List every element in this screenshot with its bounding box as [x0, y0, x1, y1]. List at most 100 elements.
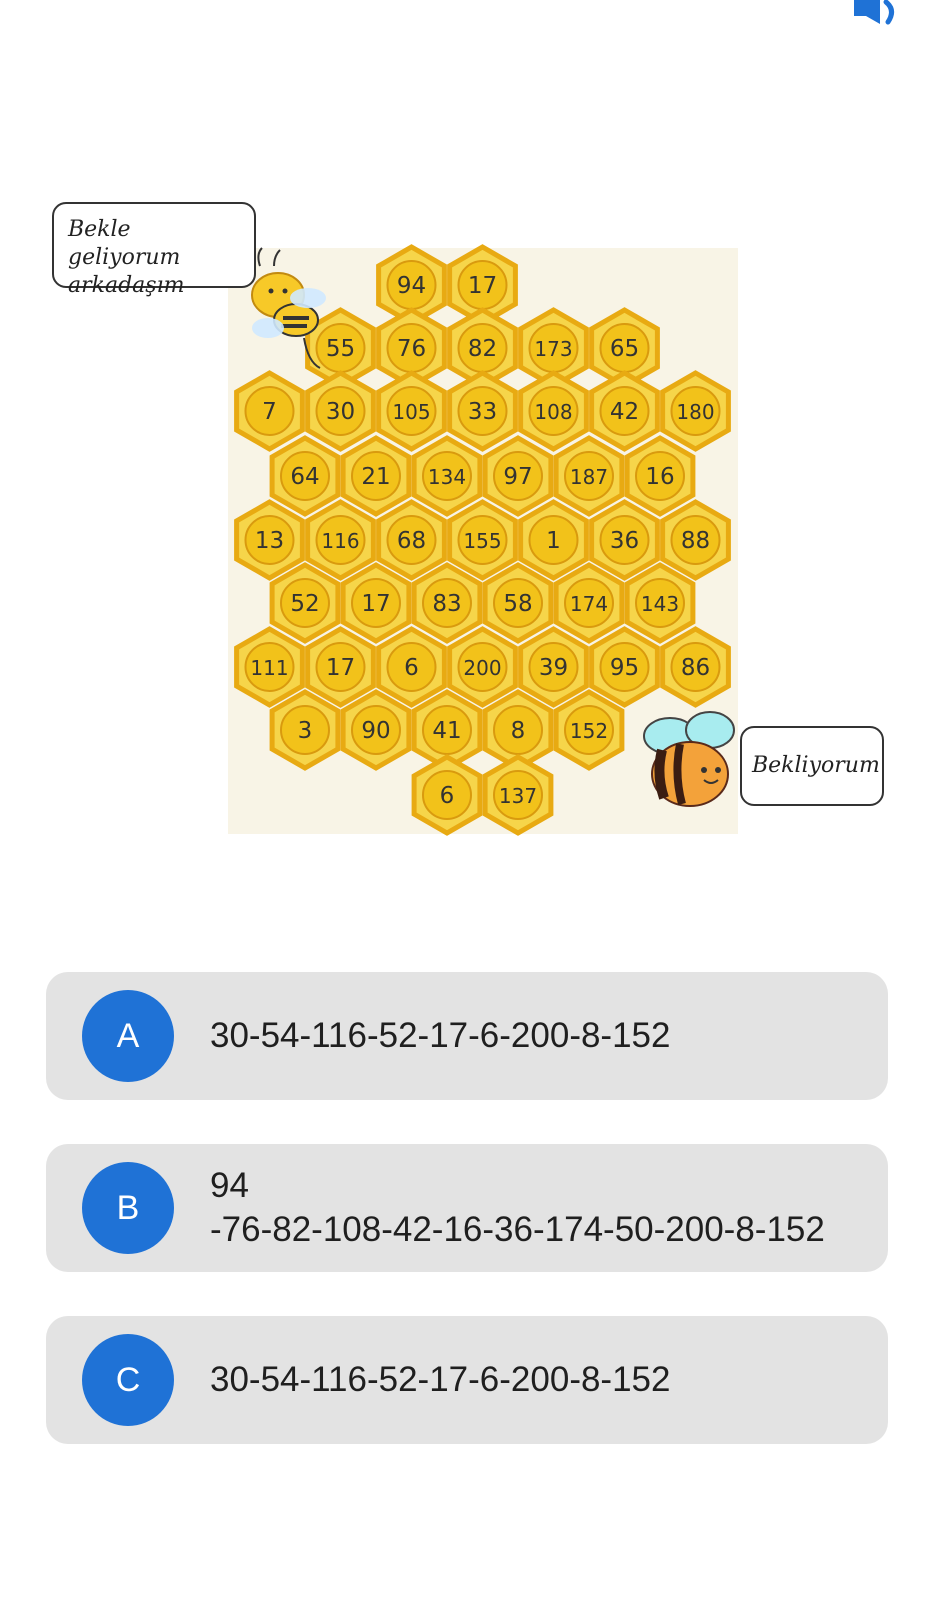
honeycomb-cell: 21 — [340, 435, 412, 517]
honeycomb-number: 17 — [361, 591, 390, 617]
bee-right — [643, 711, 735, 807]
honeycomb-number: 94 — [397, 273, 426, 299]
honeycomb-number: 187 — [570, 465, 608, 489]
honeycomb-cell: 134 — [411, 435, 483, 517]
honeycomb-number: 97 — [503, 464, 532, 490]
honeycomb-number: 88 — [681, 528, 710, 554]
honeycomb-cell: 152 — [553, 689, 625, 771]
honeycomb-number: 200 — [463, 656, 501, 680]
honeycomb-number: 111 — [250, 656, 288, 680]
honeycomb-number: 65 — [610, 336, 639, 362]
option-b[interactable]: B 94 -76-82-108-42-16-36-174-50-200-8-15… — [46, 1144, 888, 1272]
honeycomb-number: 17 — [468, 273, 497, 299]
honeycomb-cell: 36 — [589, 499, 660, 581]
honeycomb-number: 1 — [546, 528, 561, 554]
honeycomb-cell: 155 — [447, 499, 518, 581]
honeycomb-cell: 58 — [482, 562, 554, 644]
honeycomb-cell: 90 — [340, 689, 412, 771]
honeycomb-number: 180 — [676, 400, 714, 424]
honeycomb-cell: 39 — [518, 626, 589, 708]
honeycomb-number: 58 — [503, 591, 532, 617]
honeycomb-number: 76 — [397, 336, 426, 362]
honeycomb-number: 134 — [428, 465, 466, 489]
honeycomb-cell: 200 — [447, 626, 518, 708]
honeycomb-number: 155 — [463, 529, 501, 553]
option-a-text: 30-54-116-52-17-6-200-8-152 — [210, 1016, 671, 1055]
honeycomb-cell: 187 — [553, 435, 625, 517]
honeycomb-cell: 52 — [269, 562, 341, 644]
honeycomb-number: 6 — [440, 783, 455, 809]
honeycomb-cell: 17 — [340, 562, 412, 644]
honeycomb-number: 7 — [262, 399, 277, 425]
honeycomb-number: 86 — [681, 655, 710, 681]
speech-bubble-left: Bekle geliyorum arkadaşım — [52, 202, 256, 298]
honeycomb-number: 173 — [534, 337, 572, 361]
speech-bubble-right: Bekliyorum — [740, 726, 884, 806]
honeycomb-number: 64 — [290, 464, 319, 490]
honeycomb-cell: 6 — [411, 754, 483, 836]
honeycomb-cell: 3 — [269, 689, 341, 771]
honeycomb-number: 36 — [610, 528, 639, 554]
honeycomb-number: 13 — [255, 528, 284, 554]
honeycomb-cell: 143 — [624, 562, 696, 644]
answer-options: A 30-54-116-52-17-6-200-8-152 B 94 -76-8… — [46, 972, 888, 1488]
honeycomb-cell: 13 — [234, 499, 305, 581]
honeycomb-cell: 17 — [305, 626, 376, 708]
honeycomb-number: 52 — [290, 591, 319, 617]
speaker-icon[interactable] — [846, 0, 906, 30]
honeycomb-number: 143 — [641, 592, 679, 616]
honeycomb-number: 55 — [326, 336, 355, 362]
option-a-letter: A — [82, 990, 174, 1082]
honeycomb-cell: 108 — [518, 370, 589, 452]
honeycomb-cell: 137 — [482, 754, 554, 836]
honeycomb-cell: 30 — [305, 370, 376, 452]
honeycomb-number: 39 — [539, 655, 568, 681]
honeycomb-number: 21 — [361, 464, 390, 490]
honeycomb-number: 8 — [511, 718, 526, 744]
honeycomb-number: 152 — [570, 719, 608, 743]
honeycomb-cell: 7 — [234, 370, 305, 452]
honeycomb-cell: 86 — [660, 626, 731, 708]
honeycomb-cell: 83 — [411, 562, 483, 644]
honeycomb-number: 105 — [392, 400, 430, 424]
honeycomb-number: 3 — [298, 718, 313, 744]
option-a[interactable]: A 30-54-116-52-17-6-200-8-152 — [46, 972, 888, 1100]
honeycomb-cell: 95 — [589, 626, 660, 708]
honeycomb-cell: 16 — [624, 435, 696, 517]
honeycomb-number: 90 — [361, 718, 390, 744]
option-c[interactable]: C 30-54-116-52-17-6-200-8-152 — [46, 1316, 888, 1444]
honeycomb-number: 41 — [432, 718, 461, 744]
honeycomb-number: 108 — [534, 400, 572, 424]
honeycomb-cell: 64 — [269, 435, 341, 517]
honeycomb-puzzle: 94 17 55 76 82 173 65 7 30 105 33 108 42 180 64 21 134 97… — [0, 190, 952, 850]
honeycomb-number: 82 — [468, 336, 497, 362]
honeycomb-cell: 105 — [376, 370, 447, 452]
honeycomb-number: 30 — [326, 399, 355, 425]
honeycomb-number: 17 — [326, 655, 355, 681]
honeycomb-cell: 116 — [305, 499, 376, 581]
honeycomb-number: 83 — [432, 591, 461, 617]
honeycomb-number: 174 — [570, 592, 608, 616]
honeycomb-number: 33 — [468, 399, 497, 425]
honeycomb-number: 6 — [404, 655, 419, 681]
option-c-text: 30-54-116-52-17-6-200-8-152 — [210, 1360, 671, 1399]
honeycomb-number: 116 — [321, 529, 359, 553]
option-b-text: 94 -76-82-108-42-16-36-174-50-200-8-152 — [210, 1166, 825, 1249]
honeycomb-cell: 1 — [518, 499, 589, 581]
honeycomb-number: 68 — [397, 528, 426, 554]
honeycomb-number: 42 — [610, 399, 639, 425]
honeycomb-cell: 174 — [553, 562, 625, 644]
honeycomb-cell: 97 — [482, 435, 554, 517]
honeycomb-number: 137 — [499, 784, 537, 808]
option-c-letter: C — [82, 1334, 174, 1426]
honeycomb-cell: 68 — [376, 499, 447, 581]
honeycomb-number: 95 — [610, 655, 639, 681]
honeycomb-cell: 88 — [660, 499, 731, 581]
honeycomb-cell: 33 — [447, 370, 518, 452]
honeycomb-cell: 111 — [234, 626, 305, 708]
honeycomb-cell: 6 — [376, 626, 447, 708]
honeycomb-cell: 180 — [660, 370, 731, 452]
option-b-letter: B — [82, 1162, 174, 1254]
honeycomb-cell: 42 — [589, 370, 660, 452]
honeycomb-number: 16 — [645, 464, 674, 490]
